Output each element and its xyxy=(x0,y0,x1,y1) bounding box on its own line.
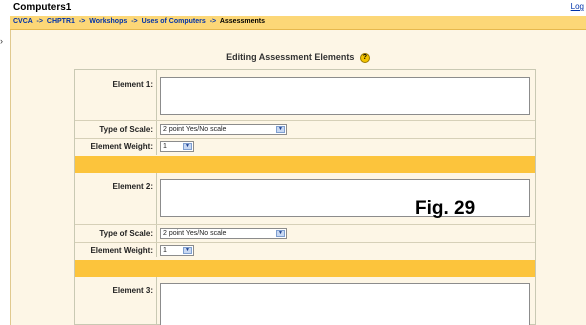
element-1-label: Element 1: xyxy=(112,80,153,89)
element-separator-bar xyxy=(75,156,535,173)
site-title[interactable]: Computers1 xyxy=(13,2,71,13)
element-1-scale-label: Type of Scale: xyxy=(99,125,153,134)
element-2-weight-value: 1 xyxy=(163,247,167,254)
element-3-label: Element 3: xyxy=(112,286,153,295)
chevron-down-icon: ▼ xyxy=(276,230,285,237)
breadcrumb-workshops[interactable]: Workshops xyxy=(89,18,127,25)
breadcrumb-separator: -> xyxy=(131,18,138,25)
element-2-scale-select[interactable]: 2 point Yes/No scale ▼ xyxy=(160,228,287,239)
chevron-down-icon: ▼ xyxy=(183,247,192,254)
element-1-textarea[interactable] xyxy=(160,77,530,115)
element-1-weight-select[interactable]: 1 ▼ xyxy=(160,141,194,152)
chevron-down-icon: ▼ xyxy=(183,143,192,150)
element-1-weight-row: Element Weight: 1 ▼ xyxy=(75,139,535,155)
element-1-weight-value: 1 xyxy=(163,143,167,150)
element-3-textarea[interactable] xyxy=(160,283,530,325)
element-2-label: Element 2: xyxy=(112,182,153,191)
breadcrumb-cvca[interactable]: CVCA xyxy=(13,18,33,25)
breadcrumb: CVCA -> CHPTR1 -> Workshops -> Uses of C… xyxy=(10,16,586,30)
breadcrumb-separator: -> xyxy=(78,18,86,25)
element-1-scale-select[interactable]: 2 point Yes/No scale ▼ xyxy=(160,124,287,135)
element-1-scale-value: 2 point Yes/No scale xyxy=(163,126,227,133)
element-1-weight-label: Element Weight: xyxy=(90,142,153,151)
login-link[interactable]: Log xyxy=(571,2,584,11)
breadcrumb-separator: -> xyxy=(36,18,43,25)
element-1-row: Element 1: xyxy=(75,70,535,120)
element-2-scale-row: Type of Scale: 2 point Yes/No scale ▼ xyxy=(75,225,535,242)
element-2-scale-label: Type of Scale: xyxy=(99,229,153,238)
chevron-down-icon: ▼ xyxy=(276,126,285,133)
breadcrumb-chptr1[interactable]: CHPTR1 xyxy=(47,18,75,25)
element-3-row: Element 3: xyxy=(75,278,535,325)
breadcrumb-current: Assessments xyxy=(219,18,265,25)
element-1-scale-row: Type of Scale: 2 point Yes/No scale ▼ xyxy=(75,121,535,138)
element-2-weight-select[interactable]: 1 ▼ xyxy=(160,245,194,256)
page-title: Editing Assessment Elements ? xyxy=(10,52,586,63)
element-separator-bar xyxy=(75,260,535,277)
left-edge-arrow: › xyxy=(0,36,3,46)
element-2-weight-row: Element Weight: 1 ▼ xyxy=(75,243,535,259)
element-2-scale-value: 2 point Yes/No scale xyxy=(163,230,227,237)
assessment-elements-form: Element 1: Type of Scale: 2 point Yes/No… xyxy=(74,69,536,325)
page-header: Computers1 Log xyxy=(10,0,586,16)
breadcrumb-uses-of-computers[interactable]: Uses of Computers xyxy=(142,18,206,25)
page-title-text: Editing Assessment Elements xyxy=(226,52,355,62)
help-icon[interactable]: ? xyxy=(359,52,370,63)
breadcrumb-separator: -> xyxy=(209,18,217,25)
figure-caption: Fig. 29 xyxy=(415,198,476,219)
element-2-weight-label: Element Weight: xyxy=(90,246,153,255)
